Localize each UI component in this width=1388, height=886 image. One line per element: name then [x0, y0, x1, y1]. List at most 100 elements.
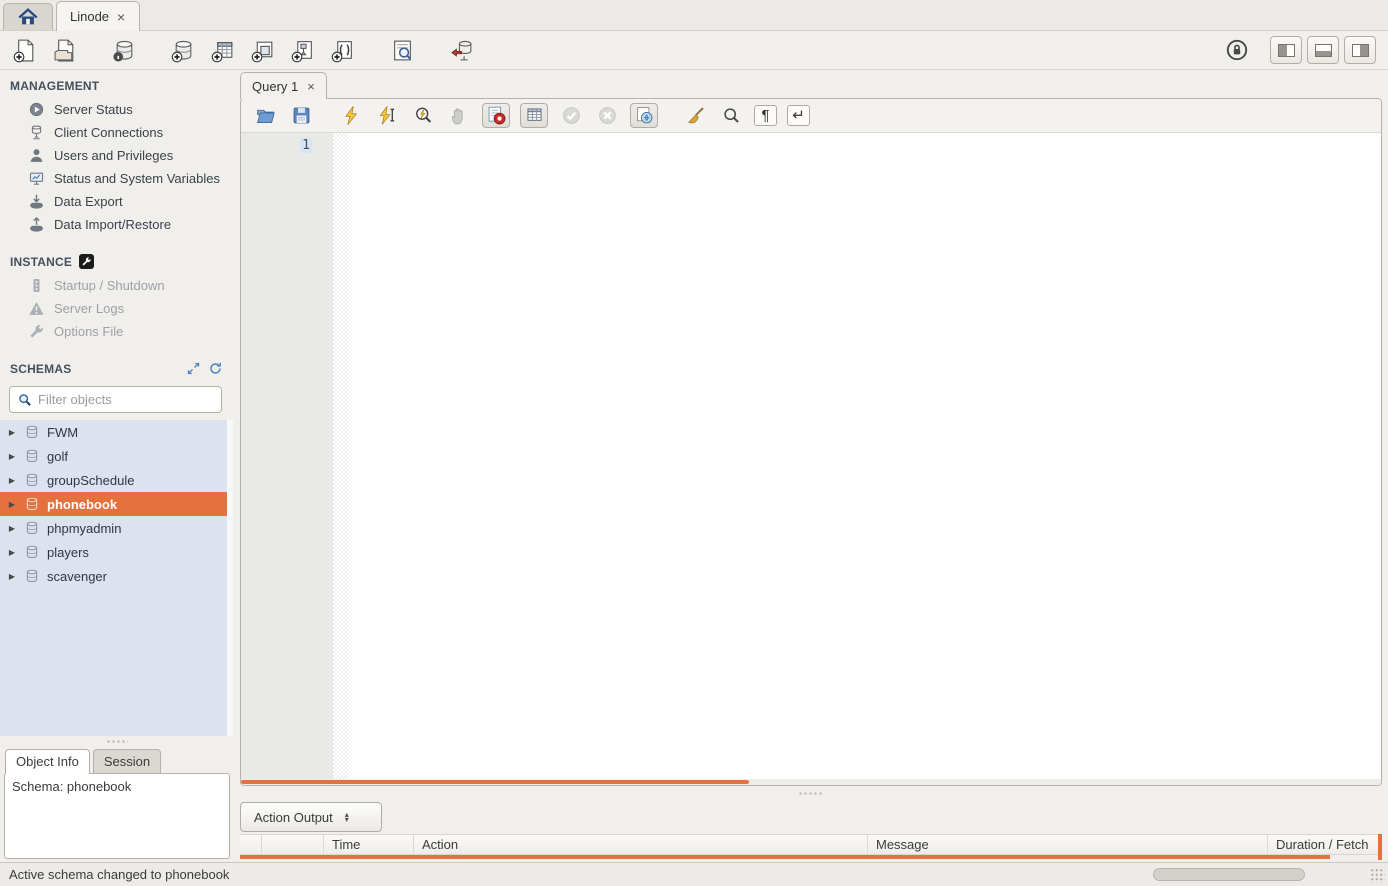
tab-object-info[interactable]: Object Info: [5, 749, 90, 774]
sql-text-area[interactable]: [348, 133, 1381, 779]
sidebar-item-users-privileges[interactable]: Users and Privileges: [0, 144, 233, 167]
schema-inspector-button[interactable]: [111, 37, 138, 64]
statusbar-scrollbar-thumb[interactable]: [1153, 868, 1305, 881]
instance-section-header: INSTANCE: [0, 245, 233, 274]
beautify-sql-button[interactable]: [682, 103, 708, 128]
sidebar-item-server-status[interactable]: Server Status: [0, 98, 233, 121]
column-time[interactable]: Time: [324, 835, 414, 854]
expand-schemas-icon[interactable]: [186, 361, 201, 376]
line-number-gutter: 1: [241, 133, 333, 779]
window-resize-grip[interactable]: [1370, 868, 1385, 883]
output-vscrollbar-thumb[interactable]: [1378, 834, 1382, 860]
column-status-icon[interactable]: [240, 835, 262, 854]
sidebar-item-client-connections[interactable]: Client Connections: [0, 121, 233, 144]
create-table-button[interactable]: [210, 37, 237, 64]
expander-icon[interactable]: ▶: [7, 548, 17, 557]
create-view-button[interactable]: [250, 37, 277, 64]
column-duration-fetch[interactable]: Duration / Fetch: [1268, 835, 1382, 854]
column-label: Action: [422, 837, 458, 852]
connection-tab-linode[interactable]: Linode ×: [56, 1, 140, 31]
schema-row-phpmyadmin[interactable]: ▶ phpmyadmin: [0, 516, 233, 540]
home-tab[interactable]: [3, 3, 53, 30]
sidebar-item-label: Client Connections: [54, 125, 163, 140]
expander-icon[interactable]: ▶: [7, 500, 17, 509]
editor-hscrollbar-thumb[interactable]: [241, 780, 749, 784]
stop-query-button[interactable]: [446, 103, 472, 128]
open-script-button[interactable]: [252, 103, 278, 128]
connection-lock-status-icon[interactable]: [1225, 38, 1249, 62]
output-table-header: Time Action Message Duration / Fetch: [240, 834, 1382, 855]
find-button[interactable]: [718, 103, 744, 128]
schema-filter-input[interactable]: [38, 392, 214, 407]
explain-plan-button[interactable]: [410, 103, 436, 128]
new-query-tab-button[interactable]: [12, 37, 39, 64]
commit-button[interactable]: [558, 103, 584, 128]
create-procedure-button[interactable]: [290, 37, 317, 64]
schema-row-phonebook-selected[interactable]: ▶ phonebook: [0, 492, 233, 516]
sidebar-info-splitter[interactable]: [0, 736, 233, 746]
column-index[interactable]: [262, 835, 324, 854]
expander-icon[interactable]: ▶: [7, 428, 17, 437]
toggle-output-panel-button[interactable]: [1307, 36, 1339, 64]
execute-query-button[interactable]: [338, 103, 364, 128]
column-message[interactable]: Message: [868, 835, 1268, 854]
data-import-icon: [28, 216, 45, 233]
sidebar-item-label: Status and System Variables: [54, 171, 220, 186]
section-gap: [0, 236, 233, 245]
rollback-button[interactable]: [594, 103, 620, 128]
schema-list-scrollbar[interactable]: [227, 420, 233, 736]
refresh-schemas-icon[interactable]: [208, 361, 223, 376]
toggle-secondary-sidebar-button[interactable]: [1344, 36, 1376, 64]
output-type-label: Action Output: [254, 810, 333, 825]
search-icon: [17, 392, 33, 408]
schema-row-scavenger[interactable]: ▶ scavenger: [0, 564, 233, 588]
execute-current-statement-button[interactable]: [374, 103, 400, 128]
column-action[interactable]: Action: [414, 835, 868, 854]
toggle-sidebar-panel-button[interactable]: [1270, 36, 1302, 64]
column-label: Message: [876, 837, 929, 852]
create-schema-button[interactable]: [170, 37, 197, 64]
sidebar-item-status-system-variables[interactable]: Status and System Variables: [0, 167, 233, 190]
sidebar-item-data-export[interactable]: Data Export: [0, 190, 233, 213]
expander-icon[interactable]: ▶: [7, 572, 17, 581]
expander-icon[interactable]: ▶: [7, 476, 17, 485]
sidebar-item-server-logs[interactable]: Server Logs: [0, 297, 233, 320]
instance-config-wrench-icon[interactable]: [79, 254, 94, 269]
output-toolbar: Action Output ▴ ▾: [240, 800, 1382, 834]
save-script-button[interactable]: [288, 103, 314, 128]
open-sql-file-button[interactable]: [52, 37, 79, 64]
tab-session[interactable]: Session: [93, 749, 161, 773]
output-type-select[interactable]: Action Output ▴ ▾: [240, 802, 382, 832]
editor-output-splitter[interactable]: [240, 786, 1382, 800]
schema-row-fwm[interactable]: ▶ FWM: [0, 420, 233, 444]
query-tab-1[interactable]: Query 1 ×: [240, 72, 327, 99]
toggle-autocommit-button[interactable]: [630, 103, 658, 128]
schema-name: golf: [47, 449, 68, 464]
sidebar-item-label: Startup / Shutdown: [54, 278, 165, 293]
create-function-button[interactable]: [330, 37, 357, 64]
toggle-stop-on-error-button[interactable]: [482, 103, 510, 128]
output-hscrollbar-thumb[interactable]: [240, 855, 1330, 859]
sidebar-item-startup-shutdown[interactable]: Startup / Shutdown: [0, 274, 233, 297]
limit-rows-button[interactable]: [520, 103, 548, 128]
startup-shutdown-icon: [28, 277, 45, 294]
schema-row-groupschedule[interactable]: ▶ groupSchedule: [0, 468, 233, 492]
sidebar-splitter[interactable]: [233, 70, 240, 862]
search-table-data-button[interactable]: [389, 37, 416, 64]
expander-icon[interactable]: ▶: [7, 524, 17, 533]
navigator-sidebar: MANAGEMENT Server Status Client Connecti…: [0, 70, 233, 862]
editor-hscrollbar: [241, 779, 1381, 785]
toggle-invisible-characters-button[interactable]: ¶: [754, 105, 777, 126]
sidebar-item-options-file[interactable]: Options File: [0, 320, 233, 343]
instance-header-label: INSTANCE: [10, 255, 72, 269]
right-panel-icon: [1352, 44, 1369, 57]
expander-icon[interactable]: ▶: [7, 452, 17, 461]
close-connection-tab-icon[interactable]: ×: [116, 10, 126, 24]
schema-row-players[interactable]: ▶ players: [0, 540, 233, 564]
query-tab-label: Query 1: [252, 79, 298, 94]
database-migration-button[interactable]: [448, 37, 475, 64]
toggle-word-wrap-button[interactable]: ↵: [787, 105, 810, 126]
schema-row-golf[interactable]: ▶ golf: [0, 444, 233, 468]
sidebar-item-data-import[interactable]: Data Import/Restore: [0, 213, 233, 236]
close-query-tab-icon[interactable]: ×: [307, 79, 315, 94]
